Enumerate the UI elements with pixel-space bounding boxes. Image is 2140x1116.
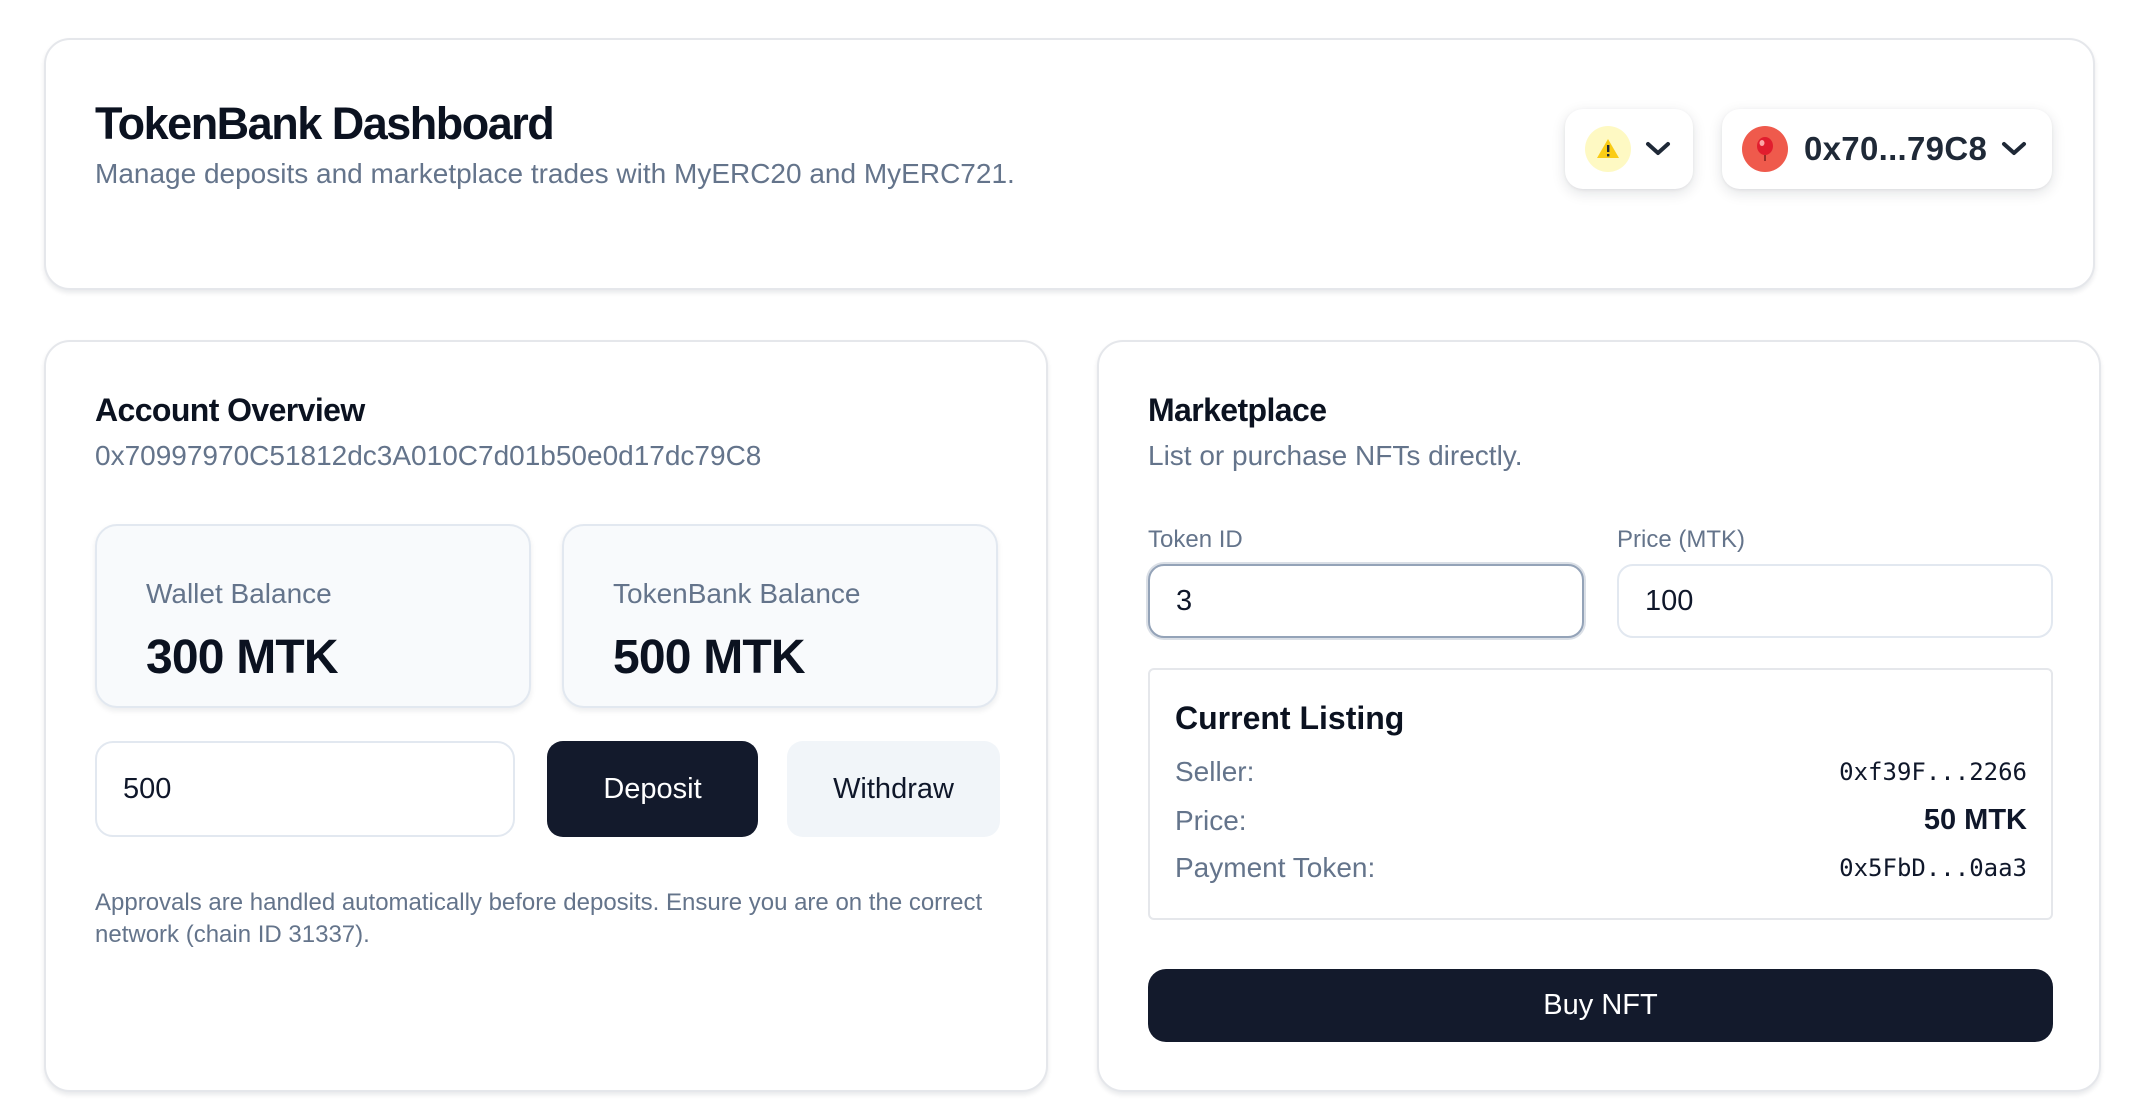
price-input[interactable] (1617, 564, 2053, 638)
current-listing-panel: Current Listing Seller: 0xf39F...2266 Pr… (1148, 668, 2053, 920)
account-button[interactable]: 0x70...79C8 (1722, 109, 2052, 189)
payment-token-value: 0x5FbD...0aa3 (1839, 854, 2027, 882)
chevron-down-icon (2001, 141, 2027, 157)
avatar (1742, 126, 1788, 172)
buy-nft-button[interactable]: Buy NFT (1148, 969, 2053, 1042)
withdraw-button[interactable]: Withdraw (787, 741, 1000, 837)
price-key: Price: (1175, 804, 1247, 836)
seller-label: Seller: (1175, 756, 1255, 787)
account-address-short: 0x70...79C8 (1804, 130, 1988, 167)
section-subtitle: List or purchase NFTs directly. (1148, 440, 1523, 471)
page-subtitle: Manage deposits and marketplace trades w… (95, 158, 1015, 189)
network-selector-button[interactable] (1565, 109, 1693, 189)
price-value: 50 MTK (1923, 804, 2027, 836)
chevron-down-icon (1645, 141, 1671, 157)
account-address: 0x70997970C51812dc3A010C7d01b50e0d17dc79… (95, 440, 762, 471)
account-overview-card: Account Overview 0x70997970C51812dc3A010… (44, 340, 1048, 1092)
wallet-balance-label: Wallet Balance (146, 578, 332, 609)
token-id-label: Token ID (1148, 526, 1243, 553)
dashboard-header: TokenBank Dashboard Manage deposits and … (44, 38, 2095, 290)
listing-row-seller: Seller: 0xf39F...2266 (1175, 756, 2027, 788)
wallet-balance-value: 300 MTK (146, 631, 339, 684)
token-id-input[interactable] (1148, 564, 1584, 638)
tokenbank-balance-value: 500 MTK (613, 631, 806, 684)
deposit-note: Approvals are handled automatically befo… (95, 889, 983, 948)
tokenbank-balance-card: TokenBank Balance 500 MTK (562, 524, 998, 708)
deposit-button[interactable]: Deposit (547, 741, 758, 837)
amount-input[interactable] (95, 741, 515, 837)
listing-row-payment-token: Payment Token: 0x5FbD...0aa3 (1175, 852, 2027, 884)
payment-token-label: Payment Token: (1175, 852, 1376, 883)
tokenbank-balance-label: TokenBank Balance (613, 578, 861, 609)
warning-icon (1585, 126, 1631, 172)
marketplace-card: Marketplace List or purchase NFTs direct… (1097, 340, 2101, 1092)
wallet-balance-card: Wallet Balance 300 MTK (95, 524, 531, 708)
section-title: Marketplace (1148, 392, 1327, 428)
section-title: Account Overview (95, 392, 365, 428)
price-label: Price (MTK) (1617, 526, 1745, 553)
page-title: TokenBank Dashboard (95, 98, 555, 149)
listing-row-price: Price: 50 MTK (1175, 804, 2027, 837)
listing-title: Current Listing (1175, 700, 1405, 736)
seller-value: 0xf39F...2266 (1839, 758, 2027, 786)
